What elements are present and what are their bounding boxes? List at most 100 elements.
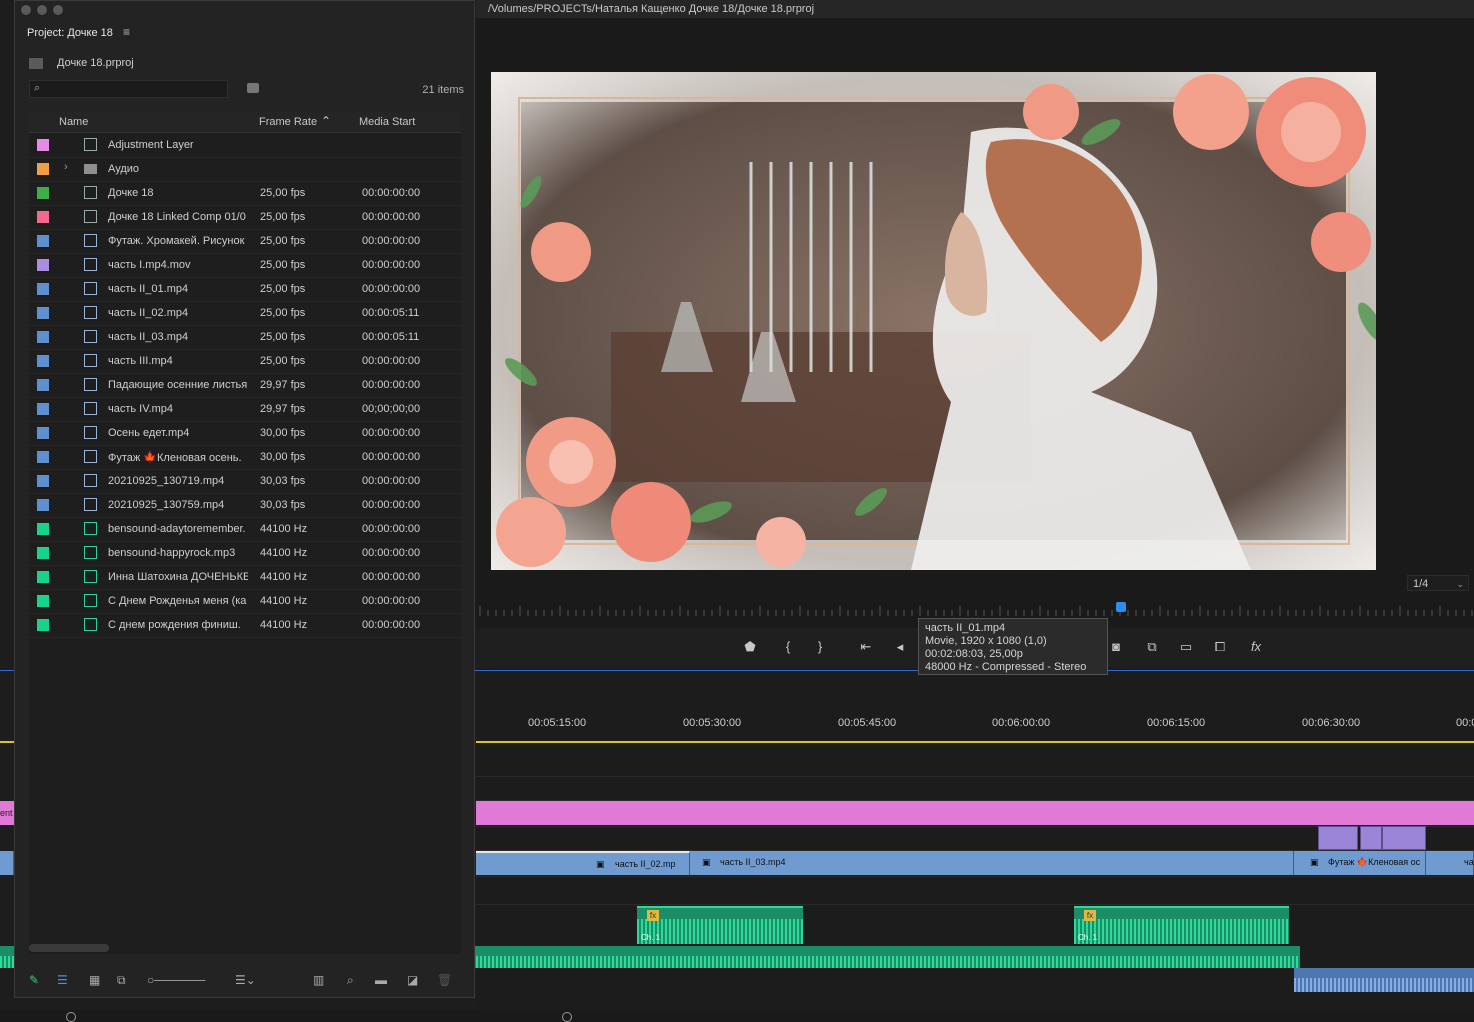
- panel-menu-icon[interactable]: ≡: [123, 25, 130, 39]
- project-item-row[interactable]: Инна Шатохина ДОЧЕНЬКЕ 44100 Hz 00:00:00:0…: [29, 565, 461, 590]
- column-header-name[interactable]: Name: [59, 116, 88, 128]
- purple-clip[interactable]: [1360, 826, 1382, 850]
- sort-ascending-icon[interactable]: ⌃: [321, 114, 331, 128]
- label-color-swatch[interactable]: [37, 307, 49, 319]
- label-color-swatch[interactable]: [37, 355, 49, 367]
- label-color-swatch[interactable]: [37, 619, 49, 631]
- label-color-swatch[interactable]: [37, 571, 49, 583]
- project-panel-title[interactable]: Project: Дочке 18: [27, 27, 113, 39]
- label-color-swatch[interactable]: [37, 547, 49, 559]
- playhead-marker[interactable]: [1116, 602, 1126, 612]
- step-back-icon[interactable]: ◂: [890, 638, 910, 656]
- export-frame-icon[interactable]: ◙: [1106, 638, 1126, 656]
- go-to-in-icon[interactable]: ⇤: [856, 638, 876, 656]
- label-color-swatch[interactable]: [37, 163, 49, 175]
- purple-clip[interactable]: [1318, 826, 1358, 850]
- label-color-swatch[interactable]: [37, 235, 49, 247]
- column-header-media-start[interactable]: Media Start: [359, 116, 415, 128]
- find-icon[interactable]: ⌕: [347, 973, 354, 988]
- label-color-swatch[interactable]: [37, 595, 49, 607]
- video-clip-maple-autumn[interactable]: ▣ Футаж 🍁Кленовая ос: [1294, 851, 1426, 875]
- list-view-icon[interactable]: ☰: [57, 973, 68, 987]
- blue-audio-clip[interactable]: [1294, 968, 1474, 992]
- comparison-view-icon[interactable]: ⧉: [1142, 638, 1162, 656]
- label-color-swatch[interactable]: [37, 187, 49, 199]
- project-item-row[interactable]: часть III.mp4 25,00 fps 00:00:00:00: [29, 349, 461, 374]
- add-marker-icon[interactable]: ⬟: [740, 638, 760, 656]
- purple-clip[interactable]: [1382, 826, 1426, 850]
- label-color-swatch[interactable]: [37, 499, 49, 511]
- label-color-swatch[interactable]: [37, 427, 49, 439]
- adjustment-layer-clip-left[interactable]: ent: [0, 801, 14, 825]
- label-color-swatch[interactable]: [37, 451, 49, 463]
- project-item-row[interactable]: Adjustment Layer: [29, 133, 461, 158]
- item-media-start: 00:00:00:00: [362, 547, 421, 559]
- disclosure-triangle-icon[interactable]: ›: [64, 161, 68, 173]
- project-item-row[interactable]: bensound-happyrock.mp3 44100 Hz 00:00:00:0…: [29, 541, 461, 566]
- project-item-row[interactable]: bensound-adaytoremember. 44100 Hz 00:00:00…: [29, 517, 461, 542]
- project-item-row[interactable]: Осень едет.mp4 30,00 fps 00:00:00:00: [29, 421, 461, 446]
- label-color-swatch[interactable]: [37, 211, 49, 223]
- label-color-swatch[interactable]: [37, 379, 49, 391]
- column-header-frame-rate[interactable]: Frame Rate: [259, 116, 317, 128]
- label-color-swatch[interactable]: [37, 475, 49, 487]
- video-clip[interactable]: [0, 851, 14, 875]
- project-item-row[interactable]: С Днем Рожденья меня (ка 44100 Hz 00:00:00…: [29, 589, 461, 614]
- project-item-row[interactable]: часть II_01.mp4 25,00 fps 00:00:00:00: [29, 277, 461, 302]
- close-window-button[interactable]: [21, 5, 31, 15]
- adjustment-layer-clip[interactable]: [476, 801, 1474, 825]
- video-clip-ii-02[interactable]: ▣ часть II_02.mp: [476, 851, 690, 875]
- zoom-slider[interactable]: ○──────: [147, 973, 205, 987]
- new-item-icon[interactable]: ◪: [407, 973, 418, 987]
- work-area-bar[interactable]: [476, 741, 1474, 743]
- project-item-row[interactable]: Дочке 18 Linked Comp 01/0 25,00 fps 00:00:…: [29, 205, 461, 230]
- item-name: часть IV.mp4: [108, 403, 174, 415]
- project-item-row[interactable]: Футаж 🍁Кленовая осень. 30,00 fps 00:00:00:…: [29, 445, 461, 470]
- minimize-window-button[interactable]: [37, 5, 47, 15]
- project-item-row[interactable]: Дочке 18 25,00 fps 00:00:00:00: [29, 181, 461, 206]
- label-color-swatch[interactable]: [37, 331, 49, 343]
- safe-margins-icon[interactable]: ▭: [1176, 638, 1196, 656]
- mark-out-icon[interactable]: }: [810, 638, 830, 656]
- writable-pencil-icon[interactable]: ✎: [29, 973, 39, 987]
- automate-to-sequence-icon[interactable]: ▥: [313, 973, 324, 987]
- project-item-row[interactable]: часть I.mp4.mov 25,00 fps 00:00:00:00: [29, 253, 461, 278]
- proxy-toggle-icon[interactable]: ⧠: [1210, 638, 1230, 656]
- find-icon[interactable]: [247, 83, 259, 93]
- label-color-swatch[interactable]: [37, 139, 49, 151]
- audio-clip-ch1[interactable]: fx Ch. 1: [1074, 906, 1289, 944]
- project-item-row[interactable]: 20210925_130759.mp4 30,03 fps 00:00:00:00: [29, 493, 461, 518]
- project-item-row[interactable]: Падающие осенние листья 29,97 fps 00:00:00…: [29, 373, 461, 398]
- icon-view-icon[interactable]: ▦: [89, 973, 100, 987]
- video-clip-icon: [84, 234, 97, 247]
- project-item-row[interactable]: 20210925_130719.mp4 30,03 fps 00:00:00:00: [29, 469, 461, 494]
- zoom-level-select[interactable]: 1/4 ⌄: [1407, 575, 1469, 591]
- mark-in-icon[interactable]: {: [778, 638, 798, 656]
- trash-icon[interactable]: 🗑: [437, 973, 452, 987]
- label-color-swatch[interactable]: [37, 403, 49, 415]
- label-color-swatch[interactable]: [37, 523, 49, 535]
- project-item-row[interactable]: часть II_03.mp4 25,00 fps 00:00:05:11: [29, 325, 461, 350]
- project-item-row[interactable]: С днем рождения финиш. 44100 Hz 00:00:00:0…: [29, 613, 461, 638]
- timeline-scrollbar[interactable]: [0, 1010, 1474, 1022]
- zoom-window-button[interactable]: [53, 5, 63, 15]
- fx-icon[interactable]: fx: [1246, 638, 1266, 656]
- label-color-swatch[interactable]: [37, 283, 49, 295]
- label-color-swatch[interactable]: [37, 259, 49, 271]
- scroll-handle-left[interactable]: [66, 1012, 76, 1022]
- sort-icons-icon[interactable]: ☰⌄: [235, 973, 256, 987]
- new-bin-icon[interactable]: ▬: [375, 973, 387, 987]
- project-item-row[interactable]: Футаж. Хромакей. Рисунок 25,00 fps 00:00:0…: [29, 229, 461, 254]
- video-clip-next[interactable]: ча: [1426, 851, 1474, 875]
- video-clip-ii-03[interactable]: ▣ часть II_03.mp4: [690, 851, 1294, 875]
- audio-clip-ch1[interactable]: fx Ch. 1: [637, 906, 803, 944]
- list-horizontal-scrollbar[interactable]: [29, 944, 109, 952]
- project-item-row[interactable]: часть II_02.mp4 25,00 fps 00:00:05:11: [29, 301, 461, 326]
- monitor-time-ruler[interactable]: [476, 600, 1474, 618]
- scroll-handle-right[interactable]: [562, 1012, 572, 1022]
- project-search-input[interactable]: ⌕: [29, 80, 228, 98]
- item-media-start: 00:00:05:11: [362, 331, 420, 343]
- project-item-row[interactable]: › Аудио: [29, 157, 461, 182]
- project-item-row[interactable]: часть IV.mp4 29,97 fps 00;00;00;00: [29, 397, 461, 422]
- freeform-view-icon[interactable]: ⧉: [117, 973, 126, 988]
